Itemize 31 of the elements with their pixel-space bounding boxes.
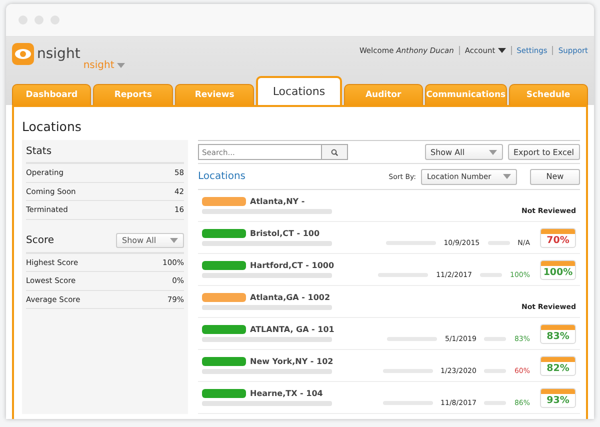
section-title: Stats (26, 146, 52, 156)
eye-logo-icon (12, 43, 34, 65)
score-percent: 70% (546, 234, 570, 246)
score-percent: 93% (546, 394, 570, 406)
caret-icon (117, 63, 126, 68)
caret-icon (503, 174, 511, 179)
location-name[interactable]: Bristol,CT - 100 (250, 229, 320, 238)
filter-dropdown[interactable]: Show All (424, 144, 502, 160)
score-percent: 82% (546, 362, 570, 374)
search-icon (331, 148, 338, 156)
search-button[interactable] (322, 144, 348, 160)
page-title: Locations (22, 119, 82, 134)
new-button[interactable]: New (530, 168, 580, 184)
location-name[interactable]: Atlanta,NY - (250, 197, 305, 206)
score-percent: 83% (546, 330, 570, 342)
caret-icon (170, 238, 178, 243)
location-name[interactable]: Hartford,CT - 1000 (250, 261, 334, 270)
score-percent: 100% (543, 266, 573, 278)
location-name[interactable]: ATLANTA, GA - 101 (250, 325, 334, 334)
caret-icon (488, 150, 496, 154)
export-button[interactable]: Export to Excel (508, 144, 580, 160)
caret-icon (498, 48, 506, 52)
location-name[interactable]: Hearne,TX - 104 (250, 389, 323, 398)
location-name[interactable]: New York,NY - 102 (250, 357, 334, 366)
brand-subtitle: nsight (83, 60, 114, 71)
brand-name: nsight (37, 46, 80, 62)
section-title: Score (26, 235, 54, 246)
filter-dropdown[interactable]: Show All (116, 233, 184, 248)
location-name[interactable]: Atlanta,GA - 1002 (250, 293, 330, 302)
list-title: Locations (198, 171, 246, 182)
nav-tab[interactable]: Locations (256, 76, 342, 105)
